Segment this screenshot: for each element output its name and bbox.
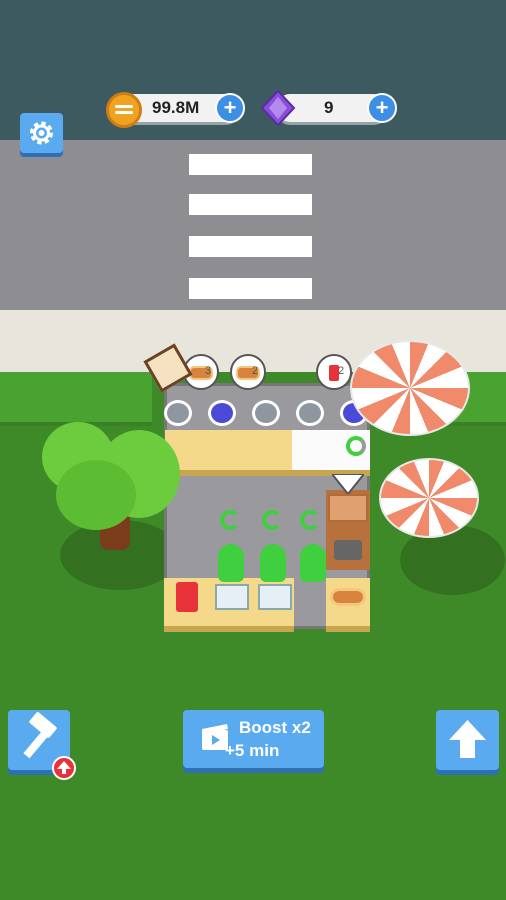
background-dark: [0, 0, 506, 140]
coin-icon: [106, 92, 142, 128]
cook-progress: [262, 510, 282, 530]
gear-icon: [30, 121, 53, 145]
gems-value: 9: [324, 98, 334, 117]
chef[interactable]: [218, 544, 244, 582]
customer[interactable]: [252, 400, 280, 426]
cook-progress: [300, 510, 320, 530]
order-bubble: 2: [230, 354, 266, 390]
order-bubble: 2: [316, 354, 352, 390]
up-arrow-icon: [449, 720, 486, 758]
soda-cup-icon: [176, 582, 198, 612]
boost-button[interactable]: Boost x2 +5 min: [183, 710, 324, 768]
up-arrow-icon: [57, 761, 71, 774]
customer[interactable]: [296, 400, 324, 426]
chef[interactable]: [300, 544, 326, 582]
workstation: [215, 584, 249, 610]
crosswalk-stripe: [189, 194, 312, 215]
umbrella: [350, 340, 470, 436]
umbrella: [379, 458, 479, 538]
chef[interactable]: [260, 544, 286, 582]
add-gems-button[interactable]: +: [367, 93, 397, 123]
tree-foliage: [56, 460, 136, 530]
arrow-indicator-icon: [332, 474, 364, 494]
upgrade-button[interactable]: [436, 710, 499, 770]
grill-station[interactable]: [326, 490, 370, 570]
customer[interactable]: [164, 400, 192, 426]
progress-indicator: [346, 436, 366, 456]
coins-value: 99.8M: [152, 98, 200, 117]
crosswalk-stripe: [189, 278, 312, 299]
crosswalk-stripe: [189, 236, 312, 257]
workstation: [258, 584, 292, 610]
boost-duration: +5 min: [225, 741, 280, 760]
boost-title: Boost x2: [239, 718, 311, 737]
cook-progress: [220, 510, 240, 530]
upgrade-available-badge: [52, 756, 76, 780]
hedge-left: [0, 372, 152, 426]
crosswalk-stripe: [189, 154, 312, 175]
hot-dog-icon: [330, 588, 366, 606]
gem-icon: [260, 90, 296, 126]
add-coins-button[interactable]: +: [215, 93, 245, 123]
settings-button[interactable]: [20, 113, 63, 153]
customer[interactable]: [208, 400, 236, 426]
